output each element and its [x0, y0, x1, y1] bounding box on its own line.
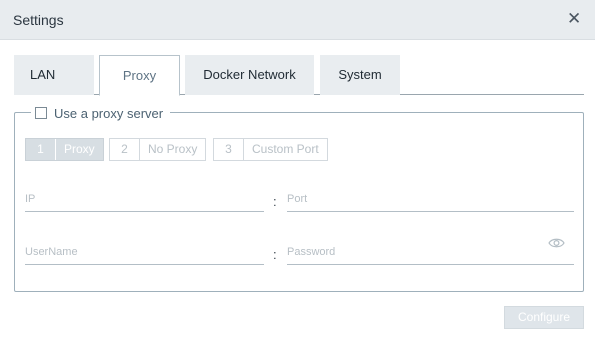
port-input[interactable] — [287, 182, 574, 210]
ip-field — [25, 182, 264, 212]
step-label: Proxy — [64, 142, 95, 156]
settings-tabs: LAN Proxy Docker Network System — [14, 55, 584, 96]
step-no-proxy[interactable]: 2 No Proxy — [109, 138, 207, 161]
tab-system[interactable]: System — [320, 55, 400, 95]
step-number: 3 — [214, 139, 244, 160]
close-icon[interactable]: ✕ — [567, 10, 581, 28]
proxy-legend: Use a proxy server — [31, 105, 171, 121]
configure-button[interactable]: Configure — [504, 306, 584, 329]
ip-port-separator: : — [273, 194, 277, 209]
ip-input[interactable] — [25, 182, 264, 210]
step-custom-port[interactable]: 3 Custom Port — [213, 138, 328, 161]
port-field — [287, 182, 574, 212]
tab-lan[interactable]: LAN — [14, 55, 94, 95]
step-label: Custom Port — [252, 142, 319, 156]
dialog-titlebar: Settings ✕ — [0, 0, 595, 40]
proxy-settings-group: Use a proxy server 1 Proxy 2 No Proxy 3 … — [14, 105, 584, 292]
proxy-steps: 1 Proxy — [25, 138, 104, 161]
settings-dialog: Settings ✕ LAN Proxy Docker Network Syst… — [0, 0, 595, 353]
tab-proxy[interactable]: Proxy — [99, 55, 180, 96]
step-number: 2 — [110, 139, 140, 160]
password-input[interactable] — [287, 235, 574, 263]
step-label: No Proxy — [148, 142, 198, 156]
dialog-title: Settings — [13, 12, 64, 28]
proxy-steps-2: 2 No Proxy — [109, 138, 207, 161]
username-input[interactable] — [25, 235, 264, 263]
password-field — [287, 235, 574, 265]
proxy-steps-3: 3 Custom Port — [213, 138, 328, 161]
use-proxy-label: Use a proxy server — [54, 105, 164, 121]
username-password-separator: : — [273, 247, 277, 262]
eye-icon[interactable] — [548, 236, 565, 248]
step-number: 1 — [26, 139, 56, 160]
username-field — [25, 235, 264, 265]
step-proxy[interactable]: 1 Proxy — [25, 138, 104, 161]
use-proxy-checkbox[interactable] — [35, 107, 47, 119]
tab-docker-network[interactable]: Docker Network — [185, 55, 314, 95]
